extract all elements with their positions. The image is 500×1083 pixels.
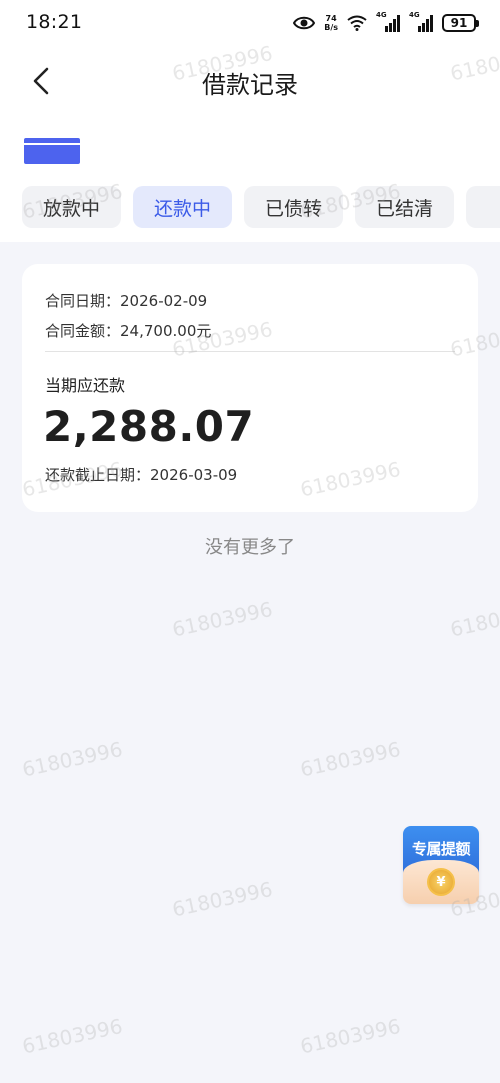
contract-date-label: 合同日期： [45, 292, 121, 310]
eye-icon [293, 15, 316, 31]
tab-settled[interactable]: 已结清 [355, 186, 454, 228]
card-divider [45, 351, 455, 352]
network-speed-unit: B/s [324, 23, 338, 32]
signal-icon-sim1: 4G [376, 11, 400, 32]
tab-repaying[interactable]: 还款中 [133, 186, 232, 228]
coin-icon: ¥ [427, 868, 455, 896]
current-due-label: 当期应还款 [45, 376, 126, 395]
watermark: 61803996 [20, 736, 125, 782]
no-more-text: 没有更多了 [205, 537, 295, 558]
network-speed-value: 74 [325, 14, 337, 23]
tab-transferred[interactable]: 已债转 [244, 186, 343, 228]
battery-level: 91 [450, 16, 468, 30]
watermark: 61803996 [298, 1013, 403, 1059]
loan-record-card[interactable]: 合同日期：2026-02-09 合同金额：24,700.00元 当期应还款 2,… [22, 264, 478, 512]
contract-amount-value: 24,700.00元 [120, 322, 212, 340]
network-speed: 74 B/s [324, 14, 338, 32]
watermark: 61803996 [448, 596, 500, 642]
status-tabs: 放款中 还款中 已债转 已结清 [22, 186, 500, 228]
status-time: 18:21 [26, 11, 83, 33]
watermark: 61803996 [170, 596, 275, 642]
battery-icon: 91 [442, 14, 479, 32]
watermark: 61803996 [298, 736, 403, 782]
badge-label: 专属提额 [411, 840, 471, 858]
deadline-row: 还款截止日期：2026-03-09 [45, 464, 237, 485]
status-bar: 18:21 74 B/s 4G 4G 91 [0, 0, 500, 46]
redacted-label [24, 138, 80, 164]
signal-icon-sim2: 4G [409, 11, 433, 32]
wifi-icon [347, 15, 367, 31]
contract-date-value: 2026-02-09 [120, 292, 208, 310]
deadline-label: 还款截止日期： [45, 466, 151, 484]
deadline-value: 2026-03-09 [150, 466, 238, 484]
current-due-amount: 2,288.07 [43, 402, 255, 451]
tab-more[interactable] [466, 186, 500, 228]
contract-amount-label: 合同金额： [45, 322, 121, 340]
status-icons: 74 B/s 4G 4G 91 [293, 11, 479, 35]
tab-disbursing[interactable]: 放款中 [22, 186, 121, 228]
contract-date-row: 合同日期：2026-02-09 [45, 290, 207, 311]
page-title: 借款记录 [202, 71, 298, 99]
contract-amount-row: 合同金额：24,700.00元 [45, 320, 211, 341]
watermark: 61803996 [170, 876, 275, 922]
watermark: 61803996 [20, 1013, 125, 1059]
exclusive-credit-increase-badge[interactable]: 专属提额 ¥ [403, 826, 479, 904]
nav-bar: 借款记录 [0, 52, 500, 110]
